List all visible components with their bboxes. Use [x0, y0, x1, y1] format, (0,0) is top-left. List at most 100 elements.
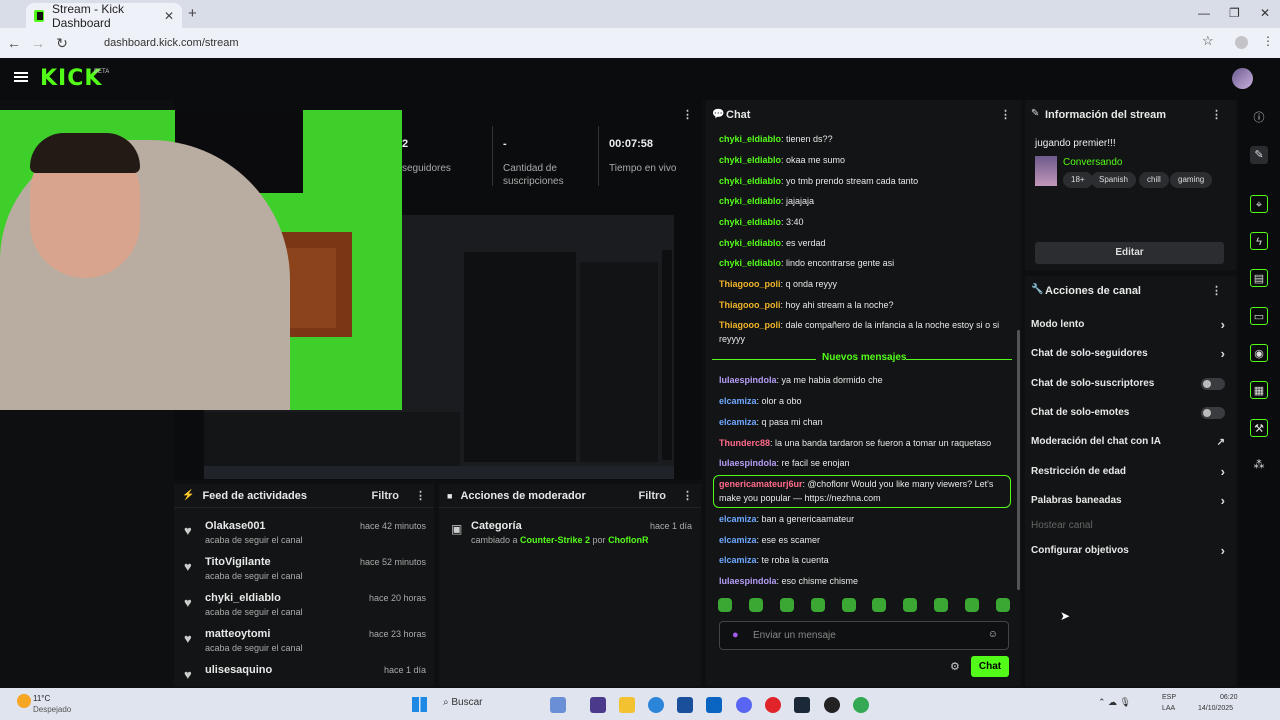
emotes-only-toggle[interactable]	[1201, 407, 1225, 419]
chat-username[interactable]: chyki_eldiablo	[719, 176, 781, 186]
action-banned-words[interactable]: Palabras baneadas ›	[1031, 493, 1231, 515]
chat-icon[interactable]: ▭	[1250, 307, 1268, 325]
language-code[interactable]: ESP	[1162, 694, 1176, 701]
emote-icon[interactable]	[872, 598, 887, 612]
emoji-icon[interactable]: ☺	[988, 629, 998, 640]
chat-username[interactable]: Thiagooo_poli	[719, 300, 781, 310]
chat-username[interactable]: lulaespindola	[719, 576, 777, 586]
emote-icon[interactable]	[995, 598, 1010, 612]
microphone-icon[interactable]: ●	[732, 629, 739, 641]
chat-username[interactable]: elcamiza	[719, 555, 757, 565]
taskbar-app-icon[interactable]	[550, 697, 566, 713]
stream-category[interactable]: Conversando	[1063, 157, 1122, 168]
modact-filter-button[interactable]: Filtro	[639, 490, 667, 502]
windows-start-icon[interactable]	[412, 697, 427, 712]
profile-icon[interactable]	[1235, 36, 1248, 49]
system-tray[interactable]: ⌃ ☁ 🎙	[1098, 697, 1131, 708]
weather-icon[interactable]	[17, 694, 31, 708]
focus-icon[interactable]: ⌖	[1250, 195, 1268, 213]
action-age-restriction[interactable]: Restricción de edad ›	[1031, 464, 1231, 486]
chat-input[interactable]: ● Enviar un mensaje ☺	[719, 621, 1009, 650]
info-menu-icon[interactable]: ⋮	[1211, 108, 1222, 121]
emote-icon[interactable]	[965, 598, 979, 612]
reload-icon[interactable]: ↻	[52, 35, 72, 52]
chat-username[interactable]: chyki_eldiablo	[719, 196, 781, 206]
chat-username[interactable]: elcamiza	[719, 514, 757, 524]
action-configure-goals[interactable]: Configurar objetivos ›	[1031, 543, 1231, 565]
discord-icon[interactable]	[736, 697, 752, 713]
opera-icon[interactable]	[765, 697, 781, 713]
outlook-icon[interactable]	[706, 697, 722, 713]
obs-icon[interactable]	[824, 697, 840, 713]
store-icon[interactable]	[677, 697, 693, 713]
document-icon[interactable]: ▤	[1250, 269, 1268, 287]
modact-user-link[interactable]: ChoflonR	[608, 535, 649, 545]
chat-username[interactable]: Thiagooo_poli	[719, 279, 781, 289]
emote-icon[interactable]	[841, 598, 856, 612]
add-widget-icon[interactable]: ⁂	[1250, 456, 1268, 474]
edit-icon[interactable]: ✎	[1250, 146, 1268, 164]
maximize-icon[interactable]: ❐	[1229, 6, 1240, 20]
chrome-icon[interactable]	[853, 697, 869, 713]
back-icon[interactable]: ←	[4, 35, 24, 51]
window-close-icon[interactable]: ✕	[1260, 6, 1270, 20]
steam-icon[interactable]	[794, 697, 810, 713]
feed-user[interactable]: ulisesaquino	[205, 664, 272, 676]
browser-menu-icon[interactable]: ⋮	[1262, 34, 1274, 48]
action-followers-only[interactable]: Chat de solo-seguidores ›	[1031, 346, 1231, 368]
chat-menu-icon[interactable]: ⋮	[1000, 108, 1011, 121]
emote-icon[interactable]	[903, 598, 918, 612]
taskbar-app-icon[interactable]	[590, 697, 606, 713]
feed-filter-button[interactable]: Filtro	[372, 490, 400, 502]
moderator-icon[interactable]: ▦	[1250, 381, 1268, 399]
chat-username[interactable]: elcamiza	[719, 535, 757, 545]
chat-username[interactable]: Thunderc88	[719, 438, 770, 448]
edge-icon[interactable]	[648, 697, 664, 713]
chat-settings-gear-icon[interactable]: ⚙	[950, 660, 960, 673]
action-ai-moderation[interactable]: Moderación del chat con IA ↗	[1031, 436, 1231, 456]
feed-user[interactable]: matteoytomi	[205, 628, 270, 640]
menu-icon[interactable]	[14, 72, 28, 82]
user-avatar[interactable]	[1232, 68, 1253, 89]
url-field[interactable]: dashboard.kick.com/stream	[80, 31, 1230, 55]
feed-user[interactable]: Olakase001	[205, 520, 266, 532]
send-chat-button[interactable]: Chat	[971, 656, 1009, 677]
chat-username[interactable]: chyki_eldiablo	[719, 258, 781, 268]
emote-icon[interactable]	[810, 598, 825, 612]
broadcast-icon[interactable]: ◉	[1250, 344, 1268, 362]
actions-menu-icon[interactable]: ⋮	[1211, 284, 1222, 297]
action-slow-mode[interactable]: Modo lento ›	[1031, 317, 1231, 339]
chat-username[interactable]: chyki_eldiablo	[719, 238, 781, 248]
new-tab-icon[interactable]: +	[188, 5, 197, 22]
chat-username[interactable]: elcamiza	[719, 417, 757, 427]
minimize-icon[interactable]: —	[1198, 6, 1210, 20]
chat-username[interactable]: chyki_eldiablo	[719, 217, 781, 227]
info-icon[interactable]: ⓘ	[1250, 109, 1268, 127]
emote-icon[interactable]	[779, 598, 794, 612]
chat-username[interactable]: chyki_eldiablo	[719, 155, 781, 165]
forward-icon[interactable]: →	[28, 35, 48, 51]
browser-tab[interactable]: Stream - Kick Dashboard ✕	[26, 2, 182, 30]
chat-username[interactable]: chyki_eldiablo	[719, 134, 781, 144]
tools-icon[interactable]: ⚒	[1250, 419, 1268, 437]
preview-menu-icon[interactable]: ⋮	[682, 108, 693, 121]
emote-icon[interactable]	[748, 598, 763, 612]
edit-stream-button[interactable]: Editar	[1035, 242, 1224, 264]
close-tab-icon[interactable]: ✕	[164, 9, 174, 23]
chat-username[interactable]: lulaespindola	[719, 458, 777, 468]
chat-username[interactable]: lulaespindola	[719, 375, 777, 385]
modact-menu-icon[interactable]: ⋮	[682, 489, 693, 502]
subscribers-only-toggle[interactable]	[1201, 378, 1225, 390]
feed-user[interactable]: TitoVigilante	[205, 556, 271, 568]
bookmark-star-icon[interactable]: ☆	[1202, 33, 1214, 49]
emote-icon[interactable]	[718, 598, 732, 612]
chat-username[interactable]: elcamiza	[719, 396, 757, 406]
feed-user[interactable]: chyki_eldiablo	[205, 592, 281, 604]
clock-time[interactable]: 06:20	[1220, 694, 1238, 701]
emote-icon[interactable]	[934, 598, 949, 612]
chat-scrollbar[interactable]	[1017, 330, 1020, 590]
lightning-icon[interactable]: ϟ	[1250, 232, 1268, 250]
chat-username[interactable]: Thiagooo_poli	[719, 320, 781, 330]
folder-icon[interactable]	[619, 697, 635, 713]
feed-menu-icon[interactable]: ⋮	[415, 489, 426, 502]
